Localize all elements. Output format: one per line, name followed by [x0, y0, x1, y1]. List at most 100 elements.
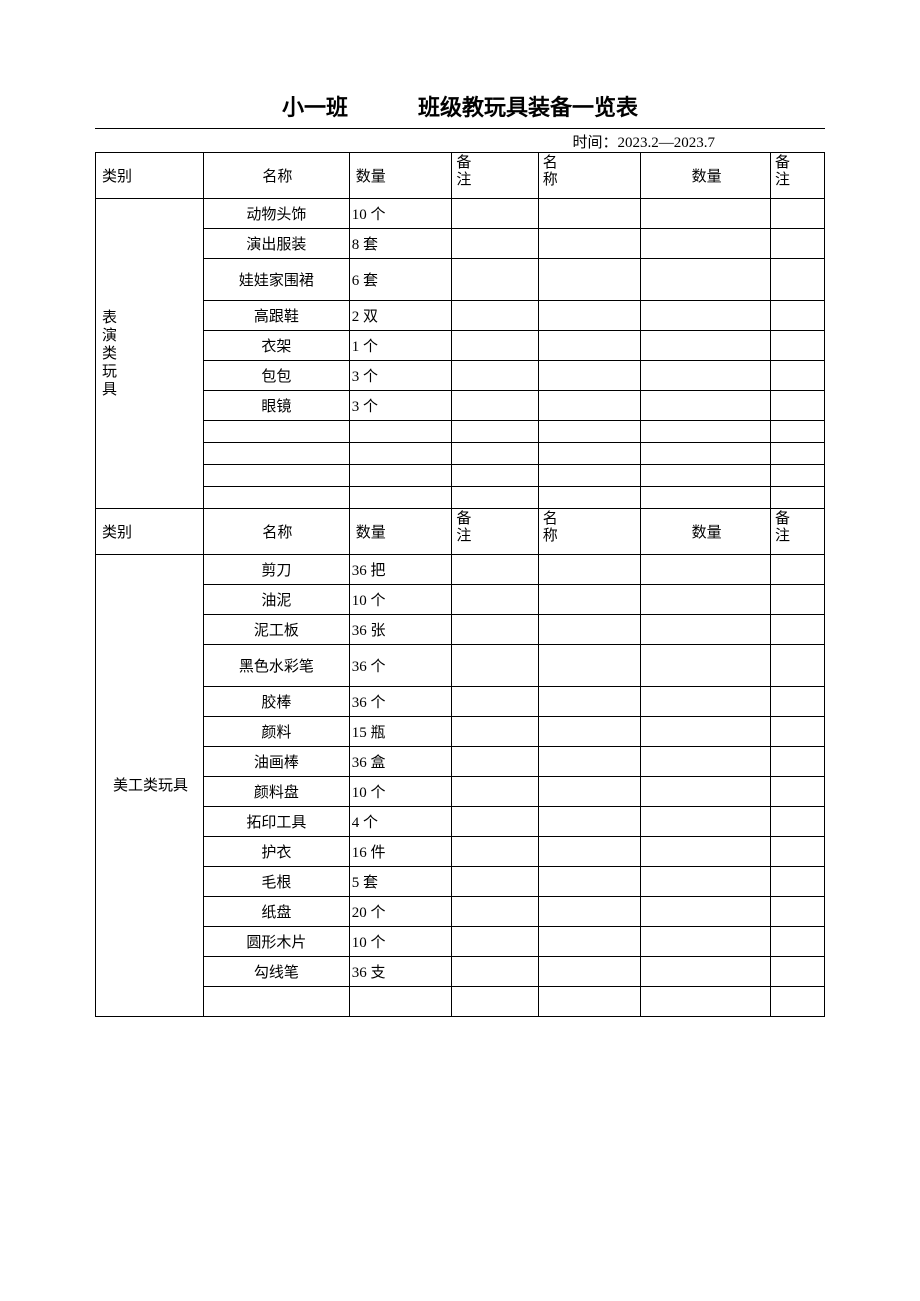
header-quantity: 数量: [349, 153, 452, 199]
item-name: 眼镜: [204, 391, 350, 421]
item-quantity: 15 瓶: [349, 717, 452, 747]
empty-cell: [538, 301, 641, 331]
table-row: 纸盘20 个: [96, 897, 825, 927]
header-category: 类别: [96, 509, 204, 555]
empty-cell: [452, 957, 538, 987]
empty-cell: [770, 259, 824, 301]
empty-cell: [538, 555, 641, 585]
empty-cell: [641, 331, 771, 361]
empty-cell: [452, 687, 538, 717]
item-quantity: 10 个: [349, 585, 452, 615]
empty-cell: [538, 717, 641, 747]
table-row: 衣架1 个: [96, 331, 825, 361]
table-row: 黑色水彩笔36 个: [96, 645, 825, 687]
item-quantity: 10 个: [349, 927, 452, 957]
empty-cell: [452, 837, 538, 867]
table-row: 圆形木片10 个: [96, 927, 825, 957]
item-name: 衣架: [204, 331, 350, 361]
empty-cell: [538, 487, 641, 509]
item-quantity: 5 套: [349, 867, 452, 897]
empty-cell: [770, 487, 824, 509]
empty-cell: [770, 777, 824, 807]
empty-cell: [770, 897, 824, 927]
empty-cell: [538, 443, 641, 465]
item-name: 颜料: [204, 717, 350, 747]
item-name: 剪刀: [204, 555, 350, 585]
empty-cell: [538, 957, 641, 987]
item-quantity: 4 个: [349, 807, 452, 837]
empty-cell: [452, 331, 538, 361]
header-note2: 备注: [770, 153, 824, 199]
header-quantity: 数量: [349, 509, 452, 555]
item-quantity: 10 个: [349, 199, 452, 229]
item-name: [204, 487, 350, 509]
item-quantity: 36 支: [349, 957, 452, 987]
empty-cell: [538, 897, 641, 927]
empty-cell: [641, 229, 771, 259]
empty-cell: [538, 391, 641, 421]
empty-cell: [538, 747, 641, 777]
empty-cell: [538, 837, 641, 867]
header-name2: 名称: [538, 509, 641, 555]
equipment-table: 类别名称数量备注名称数量备注表演类玩具动物头饰10 个演出服装8 套娃娃家围裙6…: [95, 152, 825, 1017]
table-row: [96, 465, 825, 487]
empty-cell: [641, 301, 771, 331]
empty-cell: [770, 927, 824, 957]
table-row: 泥工板36 张: [96, 615, 825, 645]
item-name: 高跟鞋: [204, 301, 350, 331]
empty-cell: [641, 391, 771, 421]
item-quantity: 2 双: [349, 301, 452, 331]
empty-cell: [770, 747, 824, 777]
table-row: 胶棒36 个: [96, 687, 825, 717]
empty-cell: [641, 897, 771, 927]
table-row: [96, 987, 825, 1017]
class-name: 小一班: [282, 90, 348, 122]
item-name: 油泥: [204, 585, 350, 615]
table-row: [96, 487, 825, 509]
empty-cell: [770, 443, 824, 465]
empty-cell: [770, 229, 824, 259]
empty-cell: [538, 615, 641, 645]
empty-cell: [452, 615, 538, 645]
item-name: 泥工板: [204, 615, 350, 645]
empty-cell: [452, 229, 538, 259]
empty-cell: [452, 421, 538, 443]
item-quantity: [349, 487, 452, 509]
item-name: [204, 421, 350, 443]
header-quantity2: 数量: [641, 509, 771, 555]
table-row: 眼镜3 个: [96, 391, 825, 421]
item-name: 演出服装: [204, 229, 350, 259]
empty-cell: [641, 927, 771, 957]
table-row: 颜料盘10 个: [96, 777, 825, 807]
empty-cell: [641, 585, 771, 615]
empty-cell: [641, 615, 771, 645]
header-category: 类别: [96, 153, 204, 199]
item-name: 勾线笔: [204, 957, 350, 987]
item-name: 颜料盘: [204, 777, 350, 807]
category-cell: 美工类玩具: [96, 555, 204, 1017]
empty-cell: [538, 331, 641, 361]
empty-cell: [770, 717, 824, 747]
empty-cell: [452, 555, 538, 585]
header-name2: 名称: [538, 153, 641, 199]
item-quantity: 36 盒: [349, 747, 452, 777]
empty-cell: [452, 777, 538, 807]
empty-cell: [538, 807, 641, 837]
item-name: 护衣: [204, 837, 350, 867]
empty-cell: [641, 807, 771, 837]
item-quantity: 36 张: [349, 615, 452, 645]
empty-cell: [538, 645, 641, 687]
item-quantity: 10 个: [349, 777, 452, 807]
table-row: 毛根5 套: [96, 867, 825, 897]
empty-cell: [538, 687, 641, 717]
empty-cell: [538, 465, 641, 487]
table-row: [96, 421, 825, 443]
header-note: 备注: [452, 509, 538, 555]
empty-cell: [641, 259, 771, 301]
empty-cell: [770, 331, 824, 361]
title-heading: 班级教玩具装备一览表: [418, 90, 638, 122]
empty-cell: [538, 867, 641, 897]
empty-cell: [770, 957, 824, 987]
empty-cell: [641, 957, 771, 987]
empty-cell: [452, 717, 538, 747]
